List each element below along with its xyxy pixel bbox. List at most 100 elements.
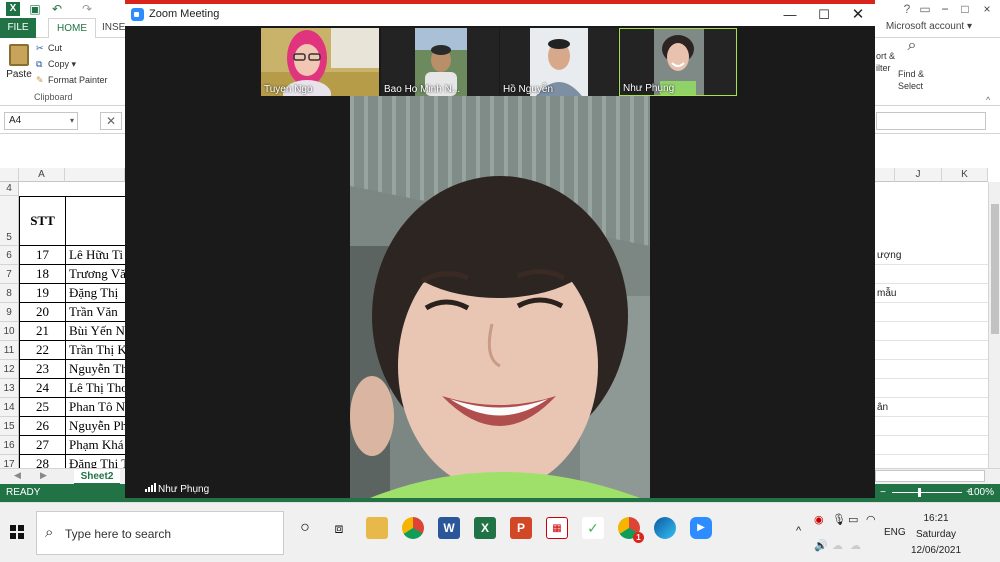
participant-tile[interactable]: Tuyen Ngo: [261, 28, 379, 96]
maximize-icon[interactable]: ☐: [807, 4, 841, 26]
sheet-prev-icon[interactable]: ◀: [14, 470, 21, 481]
taskbar-search[interactable]: ⌕ Type here to search: [36, 511, 284, 555]
column-header-k[interactable]: K: [942, 168, 988, 182]
tab-file[interactable]: FILE: [0, 18, 36, 38]
powerpoint-icon[interactable]: P: [510, 517, 532, 539]
row-header[interactable]: 8: [0, 284, 19, 303]
table-row[interactable]: 27 Phạm Khá: [19, 436, 125, 455]
column-header-j[interactable]: J: [895, 168, 942, 182]
file-explorer-icon[interactable]: [366, 517, 388, 539]
name-box[interactable]: A4 ▾: [4, 112, 78, 130]
cell[interactable]: [875, 417, 988, 436]
participant-tile[interactable]: Bao Ho Minh N...: [381, 28, 499, 96]
windows-start-icon[interactable]: [10, 525, 24, 539]
show-hidden-icons[interactable]: ^: [796, 525, 801, 537]
table-header-row[interactable]: STT: [19, 196, 125, 246]
table-row[interactable]: 22 Trần Thị K: [19, 341, 127, 360]
row-header[interactable]: 4: [0, 182, 19, 196]
participant-tile-active[interactable]: Như Phụng: [619, 28, 737, 96]
column-header-a[interactable]: A: [19, 168, 65, 182]
cortana-icon[interactable]: ○: [294, 517, 316, 539]
copy-button[interactable]: ⧉ Copy ▾: [36, 57, 76, 71]
minimize-icon[interactable]: —: [773, 4, 807, 26]
select-all-corner[interactable]: [0, 168, 19, 182]
participant-tile[interactable]: Hồ Nguyễn: [500, 28, 618, 96]
horizontal-scrollbar[interactable]: [875, 470, 985, 482]
table-row[interactable]: 23 Nguyễn Th: [19, 360, 128, 379]
ribbon-display-icon[interactable]: ▭: [918, 2, 932, 16]
cloud-icon[interactable]: ☁: [850, 539, 861, 552]
table-row[interactable]: 21 Bùi Yến N: [19, 322, 125, 341]
table-row[interactable]: 18 Trương Vă: [19, 265, 126, 284]
collapse-ribbon-icon[interactable]: ^: [986, 94, 990, 106]
tab-home[interactable]: HOME: [48, 18, 96, 39]
table-row[interactable]: 26 Nguyễn Ph: [19, 417, 127, 436]
find-select-button[interactable]: Find & Select: [898, 68, 924, 92]
table-row[interactable]: 17 Lê Hữu Ti: [19, 246, 125, 265]
column-header[interactable]: [875, 168, 895, 182]
row-header[interactable]: 17: [0, 455, 19, 468]
help-icon[interactable]: ?: [900, 2, 914, 16]
excel-icon[interactable]: X: [474, 517, 496, 539]
table-row[interactable]: 24 Lê Thị Tho: [19, 379, 128, 398]
cloud-icon[interactable]: ☁: [832, 539, 843, 552]
account-menu[interactable]: Microsoft account ▾: [886, 21, 972, 32]
excel-close-icon[interactable]: ×: [980, 2, 994, 16]
chrome-icon[interactable]: [402, 517, 424, 539]
save-icon[interactable]: ▣: [28, 2, 42, 16]
row-header[interactable]: 9: [0, 303, 19, 322]
chrome-profile-icon[interactable]: 1: [618, 517, 644, 543]
app-icon[interactable]: ✓: [582, 517, 604, 539]
cancel-formula-icon[interactable]: ✕: [100, 112, 122, 130]
excel-maximize-icon[interactable]: □: [958, 2, 972, 16]
cut-button[interactable]: ✂ Cut: [36, 41, 62, 55]
cell[interactable]: [875, 341, 988, 360]
row-header[interactable]: 11: [0, 341, 19, 360]
zoom-level[interactable]: 100%: [968, 484, 994, 502]
row-header[interactable]: 7: [0, 265, 19, 284]
cell[interactable]: [875, 436, 988, 455]
vertical-scrollbar[interactable]: [988, 182, 1000, 468]
word-icon[interactable]: W: [438, 517, 460, 539]
cell[interactable]: [875, 322, 988, 341]
cell[interactable]: [875, 360, 988, 379]
battery-icon[interactable]: ▭: [848, 513, 858, 526]
table-row[interactable]: 28 Đặng Thị T: [19, 455, 129, 468]
cell[interactable]: [875, 265, 988, 284]
sheet-next-icon[interactable]: ▶: [40, 470, 47, 481]
format-painter-button[interactable]: ✎ Format Painter: [36, 73, 108, 87]
app-icon[interactable]: ▦: [546, 517, 568, 539]
sort-filter-button[interactable]: ort & ilter: [876, 50, 895, 74]
scrollbar-thumb[interactable]: [991, 204, 999, 334]
cell[interactable]: [875, 379, 988, 398]
zoom-out-icon[interactable]: −: [880, 484, 886, 502]
formula-input[interactable]: [876, 112, 986, 130]
active-speaker-video[interactable]: [350, 96, 650, 498]
wifi-icon[interactable]: ◠: [866, 513, 876, 526]
row-header[interactable]: 14: [0, 398, 19, 417]
table-row[interactable]: 19 Đặng Thị: [19, 284, 125, 303]
sheet-tab-sheet2[interactable]: Sheet2: [74, 469, 120, 485]
cell[interactable]: mẫu: [875, 284, 988, 303]
zoom-slider[interactable]: − + 100%: [878, 484, 998, 502]
row-header[interactable]: 12: [0, 360, 19, 379]
cell[interactable]: [875, 303, 988, 322]
cell[interactable]: ượng: [875, 246, 988, 265]
close-icon[interactable]: ✕: [841, 4, 875, 26]
redo-icon[interactable]: ↷: [80, 2, 94, 16]
edge-icon[interactable]: [654, 517, 676, 539]
zoom-thumb[interactable]: [918, 488, 921, 497]
row-header[interactable]: 15: [0, 417, 19, 436]
volume-icon[interactable]: 🔊: [814, 539, 828, 552]
excel-minimize-icon[interactable]: −: [938, 2, 952, 16]
row-header[interactable]: 6: [0, 246, 19, 265]
system-clock[interactable]: 16:21 Saturday 12/06/2021: [896, 511, 976, 559]
microphone-icon[interactable]: 🎙: [832, 513, 846, 526]
row-header[interactable]: 10: [0, 322, 19, 341]
table-row[interactable]: 25 Phan Tô N: [19, 398, 125, 417]
row-header[interactable]: 5: [0, 196, 19, 246]
undo-icon[interactable]: ↶: [50, 2, 64, 16]
antivirus-icon[interactable]: ◉: [814, 513, 824, 526]
paste-button[interactable]: Paste: [4, 42, 34, 88]
cell[interactable]: ân: [875, 398, 988, 417]
